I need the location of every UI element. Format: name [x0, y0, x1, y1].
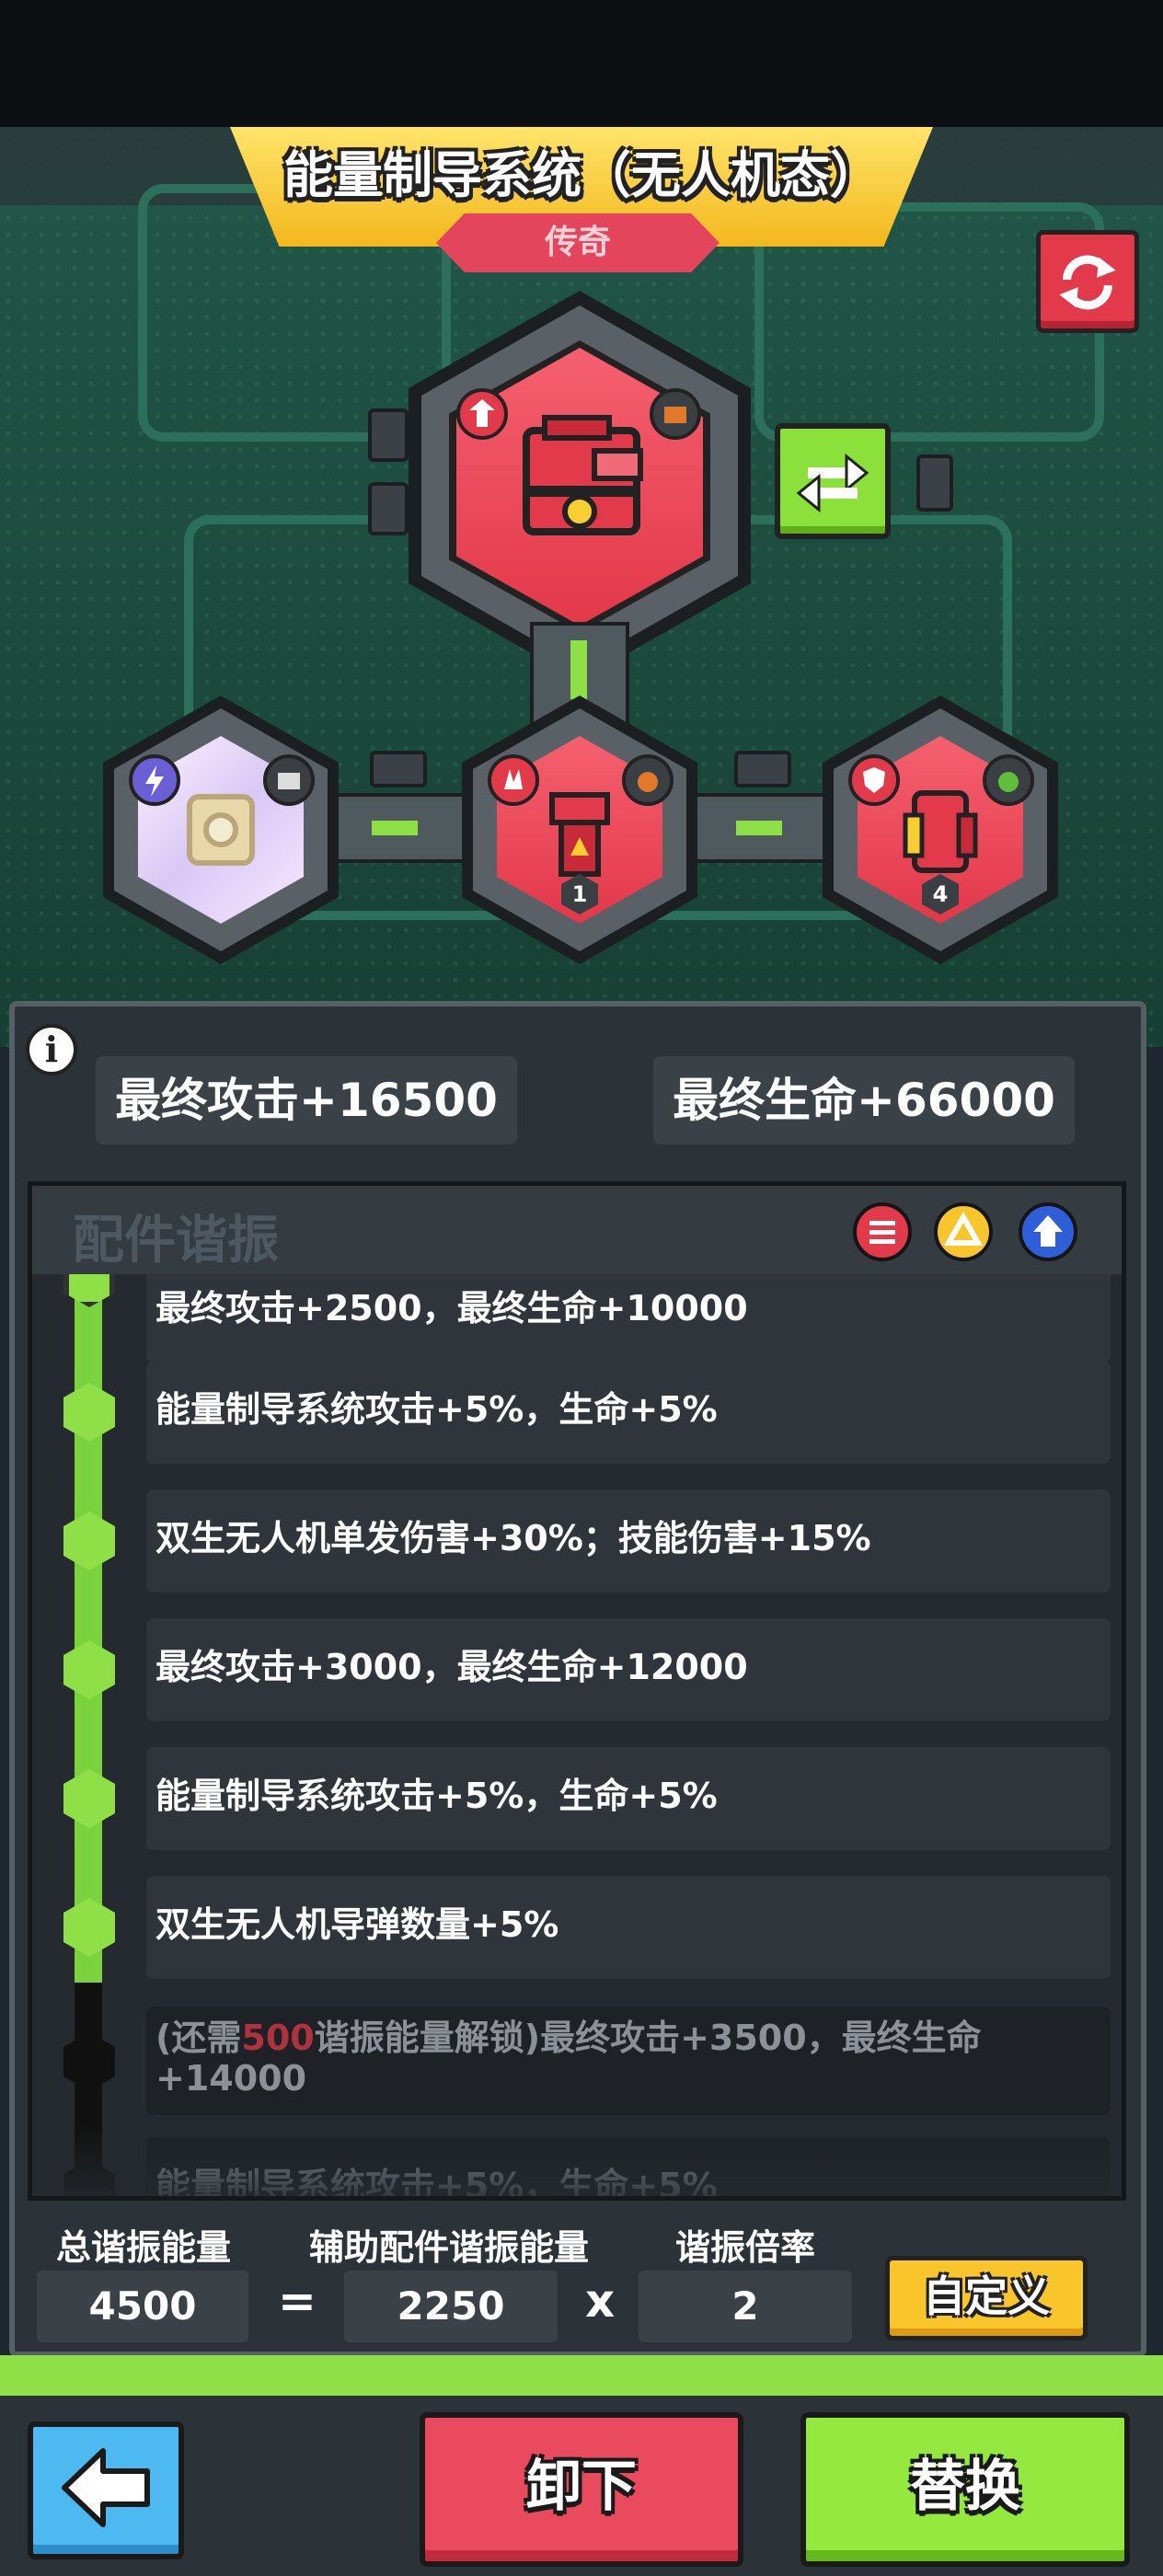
resonance-item: 最终攻击+2500，最终生命+10000 [146, 1259, 1111, 1363]
page-title: 能量制导系统（无人机态） [283, 146, 880, 204]
resonance-header: 配件谐振 [32, 1186, 1122, 1274]
resonance-item-locked: (还需500谐振能量解锁)最终攻击+3500，最终生命+14000 [146, 2007, 1111, 2115]
panel-bottom-accent [0, 2355, 1163, 2396]
purple-lightning-badge-icon [129, 754, 180, 806]
total-energy-label: 总谐振能量 [55, 2227, 231, 2268]
socket-connector [368, 408, 409, 462]
resonance-item-locked: 能量制导系统攻击+5%，生命+5% [146, 2137, 1111, 2196]
custom-button[interactable]: 自定义 [885, 2256, 1088, 2340]
list-tab-icon[interactable] [853, 1202, 912, 1261]
swap-arrows-icon [796, 453, 869, 513]
tree-link-indicator [372, 821, 418, 835]
resonance-item: 双生无人机单发伤害+30%；技能伤害+15% [146, 1489, 1111, 1593]
socket-connector [734, 751, 791, 788]
resonance-panel[interactable]: 最终攻击+2500，最终生命+10000 能量制导系统攻击+5%，生命+5% 双… [28, 1181, 1126, 2201]
resonance-item: 最终攻击+3000，最终生命+12000 [146, 1618, 1111, 1721]
resonance-item: 双生无人机导弹数量+5% [146, 1876, 1111, 1979]
resonance-title: 配件谐振 [73, 1211, 279, 1271]
info-icon[interactable]: i [26, 1024, 77, 1075]
resonance-node-locked [63, 2159, 115, 2196]
grenade-badge-icon [622, 754, 674, 806]
resonance-item: 能量制导系统攻击+5%，生命+5% [146, 1361, 1111, 1464]
chest-badge-icon [650, 388, 701, 440]
final-attack-stat: 最终攻击+16500 [96, 1056, 517, 1144]
green-bomb-badge-icon [983, 754, 1034, 806]
shield-badge-icon [848, 754, 900, 806]
final-hp-stat: 最终生命+66000 [653, 1056, 1075, 1144]
swap-part-button[interactable] [775, 423, 891, 539]
back-arrow-icon [62, 2448, 150, 2527]
times-sign: x [585, 2274, 616, 2328]
resonance-item: 能量制导系统攻击+5%，生命+5% [146, 1747, 1111, 1850]
socket-connector [916, 454, 953, 512]
resonance-node [63, 1898, 115, 1957]
tree-link-indicator [736, 821, 782, 835]
resonance-node [63, 1640, 115, 1699]
upgrade-tab-icon[interactable] [1019, 1202, 1077, 1261]
red-claw-badge-icon [488, 754, 539, 806]
rate-value: 2 [639, 2271, 852, 2342]
resonance-node [63, 1383, 115, 1442]
resonance-node-locked [63, 2032, 115, 2091]
socket-connector [370, 751, 427, 788]
refresh-icon [1059, 255, 1116, 310]
socket-connector [368, 482, 409, 535]
attack-badge-icon [456, 388, 508, 440]
resonance-node [63, 1512, 115, 1570]
triangle-tab-icon[interactable] [934, 1202, 993, 1261]
refresh-button[interactable] [1036, 230, 1139, 333]
aux-energy-value: 2250 [344, 2271, 558, 2342]
replace-button[interactable]: 替换 [800, 2412, 1130, 2567]
unequip-button[interactable]: 卸下 [420, 2412, 743, 2567]
status-bar-area [0, 0, 1163, 127]
back-button[interactable] [28, 2421, 184, 2559]
camera-badge-icon [263, 754, 315, 806]
resonance-node [63, 1769, 115, 1828]
aux-energy-label: 辅助配件谐振能量 [308, 2227, 589, 2268]
total-energy-value: 4500 [37, 2271, 248, 2342]
resonance-track-unlocked [75, 1265, 102, 1983]
tree-link-indicator [570, 640, 587, 699]
rate-label: 谐振倍率 [674, 2227, 815, 2268]
equals-sign: = [278, 2274, 317, 2328]
rarity-tag: 传奇 [436, 213, 720, 272]
